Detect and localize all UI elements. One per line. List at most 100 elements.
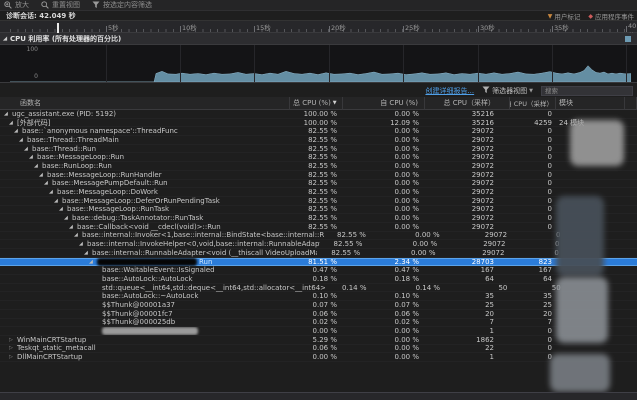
cell-self-cpu-pct: 0.00 % — [343, 145, 425, 153]
timeline-caret[interactable] — [57, 23, 59, 33]
function-name-text: Run — [199, 258, 212, 266]
call-tree: ◢ugc_assistant.exe (PID: 5192)100.00 %0.… — [0, 110, 637, 392]
expander-icon[interactable]: ◢ — [59, 206, 67, 212]
column-header-total-cpu-pct[interactable]: 总 CPU (%)▼ — [290, 97, 343, 110]
cell-total-cpu-samples: 35216 — [425, 110, 510, 118]
cell-total-cpu-pct: 82.55 % — [290, 127, 343, 135]
expander-icon[interactable]: ◢ — [64, 215, 72, 221]
cell-self-cpu-pct: 0.10 % — [343, 292, 425, 300]
table-row[interactable]: 0.00 %0.00 %10 — [0, 327, 637, 336]
cell-function-name: base::WaitableEvent::IsSignaled — [0, 266, 290, 274]
filter-view-dropdown[interactable]: 筛选器视图 ▼ — [482, 86, 533, 96]
table-row[interactable]: ◢base::MessageLoop::RunTask82.55 %0.00 %… — [0, 206, 637, 215]
table-row[interactable]: $$Thunk@00001a370.07 %0.07 %2525 — [0, 301, 637, 310]
expander-icon[interactable]: ▷ — [9, 345, 17, 351]
cell-total-cpu-samples: 22 — [425, 344, 510, 352]
table-row[interactable]: base::WaitableEvent::IsSignaled0.47 %0.4… — [0, 266, 637, 275]
expander-icon[interactable]: ◢ — [84, 250, 92, 256]
table-row[interactable]: ◢base::MessageLoop::Run82.55 %0.00 %2907… — [0, 153, 637, 162]
table-row[interactable]: ▷WinMainCRTStartup5.29 %0.00 %18620 — [0, 336, 637, 345]
cell-total-cpu-pct: 0.47 % — [290, 266, 343, 274]
table-row[interactable]: ◢base::MessageLoop::DoWork82.55 %0.00 %2… — [0, 188, 637, 197]
ruler-tick-label: 30秒 — [480, 22, 495, 32]
timeline-ruler[interactable]: 5秒10秒15秒20秒25秒30秒35秒40秒 — [0, 20, 637, 33]
cell-total-cpu-pct: 82.55 % — [290, 145, 343, 153]
section-expander-icon[interactable]: ◢ — [0, 36, 10, 42]
table-row[interactable]: ◢[外部代码]100.00 %12.09 %35216425924 模块 — [0, 119, 637, 128]
graph-gridline — [180, 45, 181, 82]
expander-icon[interactable]: ◢ — [29, 154, 37, 160]
table-row[interactable]: std::queue<__int64,std::deque<__int64,st… — [0, 284, 637, 293]
expander-icon[interactable]: ◢ — [79, 241, 87, 247]
zoom-in-button[interactable]: 放大 — [4, 0, 29, 10]
table-row-selected[interactable]: ◢Run81.51 %2.34 %28703823 — [0, 258, 637, 267]
column-header-self-cpu-samples[interactable]: 自 CPU（采样） — [510, 97, 556, 110]
cell-total-cpu-pct: 82.55 % — [290, 188, 343, 196]
expander-icon[interactable]: ◢ — [19, 137, 27, 143]
cell-total-cpu-samples: 29072 — [425, 223, 510, 231]
function-name-text: base::MessageLoop::DoWork — [57, 188, 158, 196]
function-name-text: Teskqt_static_metacall — [17, 344, 96, 352]
table-row[interactable]: ▷DllMainCRTStartup0.00 %0.00 %10 — [0, 353, 637, 362]
cell-function-name: ◢base::MessageLoop::RunTask — [0, 205, 290, 213]
function-name-text: base::internal::RunnableAdapter<void (__… — [92, 249, 317, 257]
expander-icon[interactable]: ◢ — [24, 146, 32, 152]
cell-self-cpu-samples: 0 — [510, 205, 556, 213]
table-row[interactable]: ◢base::Callback<void __cdecl(void)>::Run… — [0, 223, 637, 232]
expander-icon[interactable]: ◢ — [69, 224, 77, 230]
cell-self-cpu-pct: 0.14 % — [373, 284, 447, 292]
search-input[interactable] — [541, 86, 633, 96]
table-row[interactable]: ◢base::`anonymous namespace'::ThreadFunc… — [0, 127, 637, 136]
function-name-text: base::Thread::ThreadMain — [27, 136, 119, 144]
expander-icon[interactable]: ◢ — [44, 180, 52, 186]
table-row[interactable]: $$Thunk@000025db0.02 %0.02 %77 — [0, 319, 637, 328]
ruler-tick-mark — [478, 26, 479, 32]
function-name-text: base::`anonymous namespace'::ThreadFunc — [22, 127, 178, 135]
column-header-total-cpu-samples[interactable]: 总 CPU（采样） — [425, 97, 510, 110]
expander-icon[interactable]: ▷ — [9, 354, 17, 360]
table-row[interactable]: ◢base::Thread::Run82.55 %0.00 %290720 — [0, 145, 637, 154]
table-row[interactable]: ◢base::RunLoop::Run82.55 %0.00 %290720 — [0, 162, 637, 171]
table-row[interactable]: base::AutoLock::~AutoLock0.10 %0.10 %353… — [0, 292, 637, 301]
expander-icon[interactable]: ◢ — [4, 111, 12, 117]
table-row[interactable]: ◢base::Thread::ThreadMain82.55 %0.00 %29… — [0, 136, 637, 145]
expander-icon[interactable]: ◢ — [89, 259, 97, 265]
table-row[interactable]: ▷Teskqt_static_metacall0.06 %0.00 %220 — [0, 345, 637, 354]
cell-self-cpu-samples: 35 — [510, 292, 556, 300]
expander-icon[interactable]: ◢ — [34, 163, 42, 169]
table-row[interactable]: ◢base::MessageLoop::DeferOrRunPendingTas… — [0, 197, 637, 206]
create-detailed-report-link[interactable]: 创建详细报告... — [425, 86, 474, 96]
cell-function-name: base::AutoLock::~AutoLock — [0, 292, 290, 300]
expander-icon[interactable]: ◢ — [74, 232, 82, 238]
expander-icon[interactable]: ◢ — [14, 128, 22, 134]
table-row[interactable]: ◢base::MessagePumpDefault::Run82.55 %0.0… — [0, 180, 637, 189]
ruler-tick-label: 15秒 — [256, 22, 271, 32]
table-row[interactable]: $$Thunk@00001fc70.06 %0.06 %2020 — [0, 310, 637, 319]
table-row[interactable]: ◢base::internal::InvokeHelper<0,void,bas… — [0, 240, 637, 249]
table-row[interactable]: ◢base::MessageLoop::RunHandler82.55 %0.0… — [0, 171, 637, 180]
filter-by-selection-button[interactable]: 按选定内容筛选 — [92, 0, 152, 10]
cell-self-cpu-samples: 0 — [510, 110, 556, 118]
table-row[interactable]: ◢base::debug::TaskAnnotator::RunTask82.5… — [0, 214, 637, 223]
table-row[interactable]: ◢base::internal::Invoker<1,base::interna… — [0, 232, 637, 241]
expander-icon[interactable]: ◢ — [54, 198, 62, 204]
column-header-function-name[interactable]: 函数名 — [0, 97, 290, 110]
function-name-text: base::internal::Invoker<1,base::internal… — [82, 231, 324, 239]
cpu-usage-graph[interactable]: 100 0 — [0, 45, 637, 83]
cell-total-cpu-pct: 82.55 % — [290, 153, 343, 161]
expander-icon[interactable]: ▷ — [9, 337, 17, 343]
column-header-module[interactable]: 模块 — [556, 97, 625, 110]
expander-icon[interactable]: ◢ — [9, 120, 17, 126]
ruler-minor-ticks — [10, 29, 631, 32]
reset-view-button[interactable]: 重置视图 — [41, 0, 80, 10]
table-row[interactable]: ◢base::internal::RunnableAdapter<void (_… — [0, 249, 637, 258]
cpu-usage-plot-area[interactable] — [10, 45, 631, 82]
expander-icon[interactable]: ◢ — [39, 172, 47, 178]
cpu-section-header[interactable]: ◢ CPU 利用率 (所有处理器的百分比) — [0, 33, 637, 45]
column-header-self-cpu-pct[interactable]: 自 CPU (%) — [343, 97, 425, 110]
table-row[interactable]: base::AutoLock::AutoLock0.18 %0.18 %6464 — [0, 275, 637, 284]
cell-total-cpu-samples: 29072 — [442, 249, 521, 257]
cell-self-cpu-samples: 7 — [510, 318, 556, 326]
cell-total-cpu-samples: 29072 — [425, 197, 510, 205]
expander-icon[interactable]: ◢ — [49, 189, 57, 195]
